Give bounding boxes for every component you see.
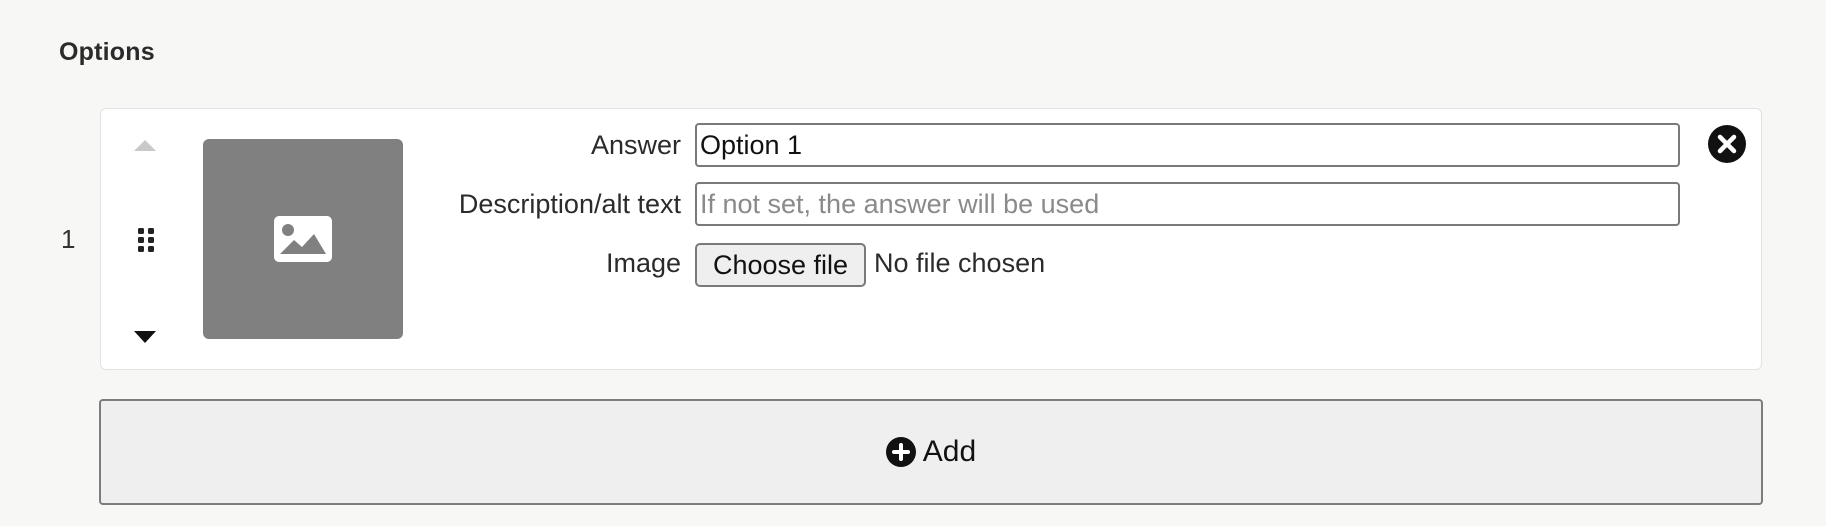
description-label: Description/alt text [458,189,681,219]
plus-circle-icon [885,437,916,467]
remove-option-icon[interactable] [1707,124,1747,164]
options-section-title: Options [59,38,155,66]
answer-input[interactable] [695,123,1680,167]
add-option-button[interactable]: Add [99,399,1763,505]
image-preview-placeholder [203,139,403,339]
description-input[interactable] [695,182,1680,226]
choose-file-button[interactable]: Choose file [695,243,866,287]
answer-label: Answer [590,130,681,160]
file-status-text: No file chosen [874,248,1046,278]
option-number: 1 [61,224,76,254]
caret-up-icon[interactable] [132,136,158,154]
drag-handle-icon[interactable] [136,226,156,254]
caret-down-icon[interactable] [132,328,158,346]
image-label: Image [605,248,681,278]
add-button-label: Add [922,435,977,468]
image-icon [274,216,332,262]
